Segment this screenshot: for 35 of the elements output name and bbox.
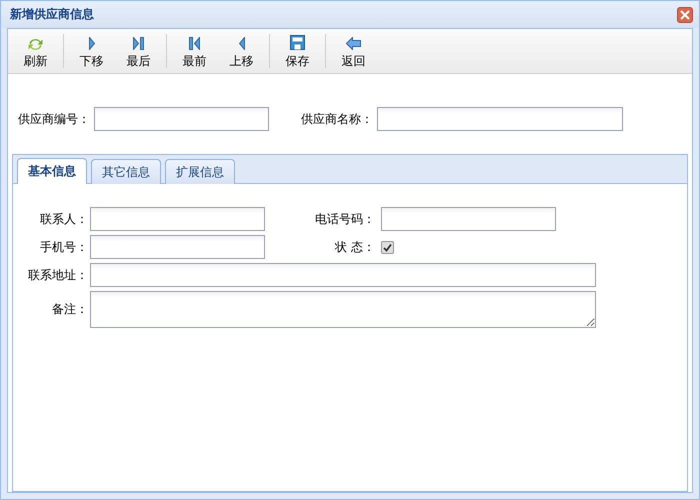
tab[interactable]: 基本信息 bbox=[17, 158, 87, 184]
field-label: 供应商名称： bbox=[301, 110, 373, 128]
input-field[interactable] bbox=[381, 207, 556, 231]
input-field[interactable] bbox=[90, 207, 265, 231]
last-icon bbox=[133, 37, 144, 50]
field-label: 手机号： bbox=[39, 238, 88, 256]
field-label: 供应商编号： bbox=[18, 110, 90, 128]
previous-icon bbox=[238, 37, 244, 50]
field-label: 联系人： bbox=[39, 210, 88, 228]
toolbar-button[interactable]: 刷新 bbox=[12, 32, 59, 70]
window-title: 新增供应商信息 bbox=[10, 6, 94, 23]
toolbar-button[interactable]: 下移 bbox=[68, 32, 115, 70]
save-icon bbox=[290, 35, 305, 50]
tab[interactable]: 其它信息 bbox=[91, 159, 161, 184]
field-label: 电话号码： bbox=[314, 210, 375, 228]
input-field[interactable] bbox=[377, 107, 623, 131]
checkbox[interactable] bbox=[381, 240, 394, 254]
tab[interactable]: 扩展信息 bbox=[165, 159, 235, 184]
first-icon bbox=[189, 37, 200, 50]
field-label: 备注： bbox=[51, 301, 88, 318]
toolbar-button[interactable]: 上移 bbox=[218, 32, 265, 70]
input-field[interactable] bbox=[94, 107, 269, 131]
toolbar-button[interactable]: 保存 bbox=[274, 32, 321, 70]
field-label: 状 态： bbox=[334, 238, 375, 256]
field-label: 联系地址： bbox=[27, 266, 88, 284]
toolbar-button[interactable]: 最前 bbox=[171, 32, 218, 70]
input-field[interactable] bbox=[90, 235, 265, 259]
close-button[interactable] bbox=[677, 6, 693, 22]
next-icon bbox=[88, 37, 94, 50]
toolbar-button[interactable]: 返回 bbox=[330, 32, 377, 70]
input-field[interactable] bbox=[90, 263, 596, 287]
toolbar-button[interactable]: 最后 bbox=[115, 32, 162, 70]
text-area[interactable] bbox=[90, 291, 596, 328]
back-arrow-icon bbox=[346, 37, 361, 50]
refresh-icon bbox=[28, 39, 43, 50]
